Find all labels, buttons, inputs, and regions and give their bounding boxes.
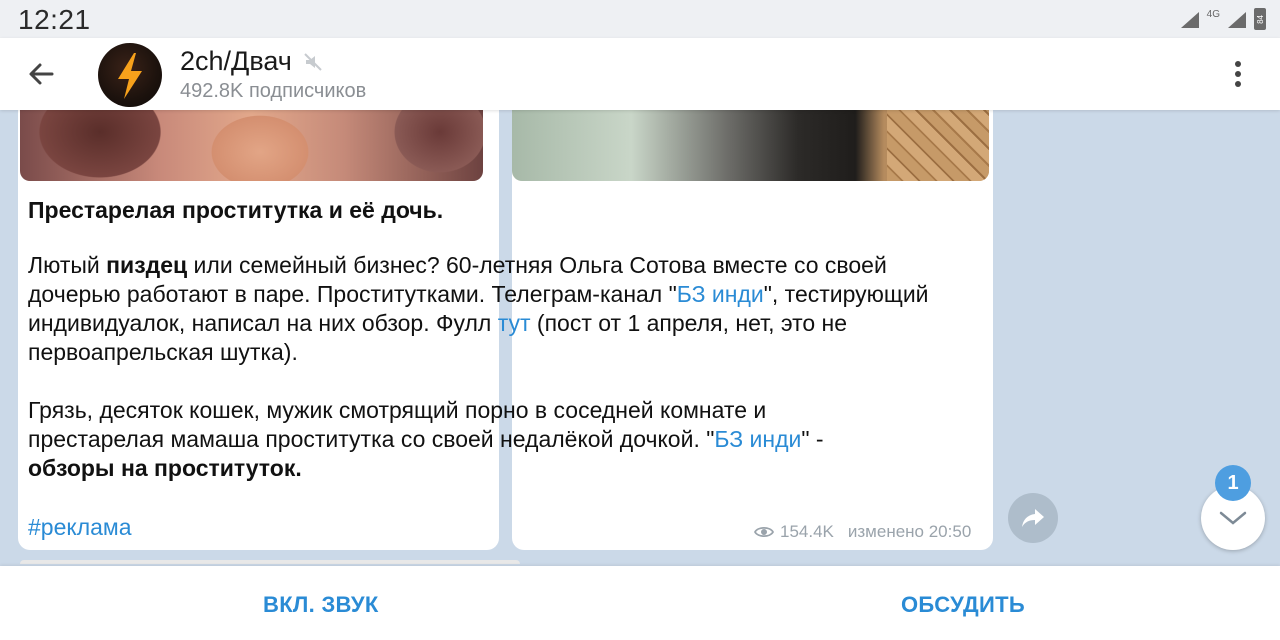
signal-icon <box>1180 12 1199 28</box>
channel-header: 2ch/Двач 492.8K подписчиков <box>0 38 1280 110</box>
view-count: 154.4K <box>780 522 834 541</box>
bottom-action-bar: ВКЛ. ЗВУК ОБСУДИТЬ <box>0 566 1280 640</box>
post-paragraph-2: Грязь, десяток кошек, мужик смотрящий по… <box>28 397 824 481</box>
signal-icon-2 <box>1228 12 1246 28</box>
discuss-button[interactable]: ОБСУДИТЬ <box>901 592 1025 618</box>
lightning-logo-icon <box>118 53 142 99</box>
channel-avatar[interactable] <box>98 43 162 107</box>
link-full-post[interactable]: тут <box>498 310 531 336</box>
unmute-button[interactable]: ВКЛ. ЗВУК <box>263 592 379 618</box>
post-text: Престарелая проститутка и её дочь. Лютый… <box>28 196 988 512</box>
post-meta: 154.4K изменено 20:50 <box>754 522 971 542</box>
status-time: 12:21 <box>18 4 91 35</box>
post-paragraph-1: Лютый пиздец или семейный бизнес? 60-лет… <box>28 252 929 365</box>
post-title: Престарелая проститутка и её дочь. <box>28 197 444 223</box>
chevron-down-icon <box>1219 511 1247 525</box>
share-button[interactable] <box>1008 493 1058 543</box>
battery-level: 84 <box>1255 14 1265 24</box>
unread-count-badge[interactable]: 1 <box>1215 465 1251 501</box>
back-button[interactable] <box>22 54 62 94</box>
channel-name: 2ch/Двач <box>180 46 292 76</box>
edited-time: изменено 20:50 <box>847 522 972 541</box>
more-vert-icon <box>1235 61 1241 87</box>
share-arrow-icon <box>1022 509 1044 527</box>
status-bar: 12:21 4G 84 <box>0 0 1280 38</box>
bold-reviews: обзоры на проституток. <box>28 455 302 481</box>
battery-icon: 84 <box>1254 8 1266 30</box>
bold-word: пиздец <box>106 252 188 278</box>
status-system-icons: 4G 84 <box>1179 8 1266 30</box>
subscriber-count: 492.8K подписчиков <box>180 80 367 102</box>
more-menu-button[interactable] <box>1220 56 1256 92</box>
network-type: 4G <box>1206 9 1220 20</box>
arrow-left-icon <box>29 63 54 85</box>
eye-icon <box>754 526 774 538</box>
link-bz-indi-2[interactable]: БЗ инди <box>714 426 801 452</box>
hashtag-advert[interactable]: #реклама <box>28 514 132 541</box>
channel-title[interactable]: 2ch/Двач <box>180 46 322 77</box>
muted-speaker-icon <box>304 52 322 71</box>
next-message-preview <box>20 560 520 564</box>
link-bz-indi[interactable]: БЗ инди <box>677 281 764 307</box>
